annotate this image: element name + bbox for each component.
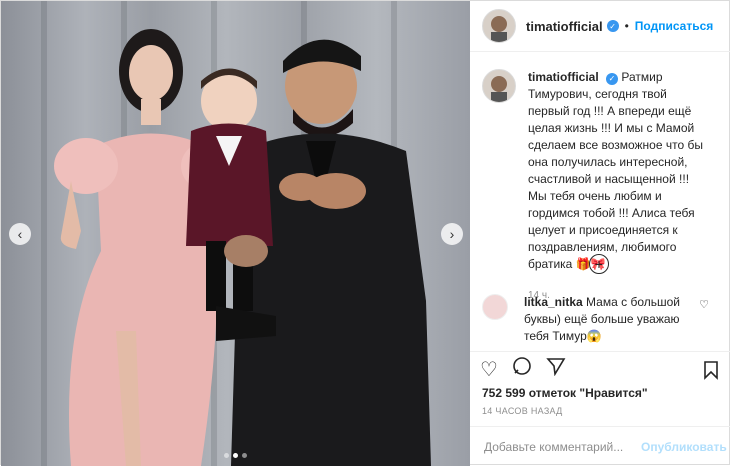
load-more-comments-icon[interactable]: + (589, 254, 609, 274)
comment-text: litka_nitka Мама с большой буквы) ещё бо… (524, 294, 694, 345)
publish-button[interactable]: Опубликовать (641, 440, 727, 454)
likes-count[interactable]: 752 599 отметок "Нравится" (482, 386, 648, 400)
post-header: timatiofficial ✓ • Подписаться (470, 1, 730, 52)
separator: • (624, 19, 629, 33)
chevron-left-icon: ‹ (17, 226, 23, 242)
comment-input[interactable] (482, 439, 641, 455)
caption-body: Ратмир Тимурович, сегодня твой первый го… (528, 70, 703, 271)
post-timestamp: 14 ЧАСОВ НАЗАД (482, 406, 563, 416)
avatar[interactable] (482, 69, 516, 103)
username-link[interactable]: timatiofficial (526, 19, 603, 34)
caption-text: timatiofficial ✓ Ратмир Тимурович, сегод… (528, 69, 708, 304)
comment-item: litka_nitka Мама с большой буквы) ещё бо… (482, 294, 719, 345)
verified-badge-icon: ✓ (606, 20, 619, 32)
carousel-dot (242, 453, 247, 458)
comment-like-icon[interactable]: ♡ (699, 298, 709, 311)
comments-area[interactable]: timatiofficial ✓ Ратмир Тимурович, сегод… (470, 51, 730, 351)
comment-icon[interactable] (512, 356, 532, 382)
post-photo[interactable]: ‹ › (1, 1, 470, 466)
instagram-post: ‹ › timatiofficial ✓ • Подписаться timat… (0, 0, 730, 466)
follow-button[interactable]: Подписаться (635, 19, 713, 33)
share-icon[interactable] (546, 356, 566, 382)
action-bar: ♡ (470, 351, 730, 386)
avatar[interactable] (482, 9, 516, 43)
previous-slide-button[interactable]: ‹ (9, 223, 31, 245)
comment-username[interactable]: litka_nitka (524, 295, 583, 309)
avatar[interactable] (482, 294, 508, 320)
next-slide-button[interactable]: › (441, 223, 463, 245)
post-sidebar: timatiofficial ✓ • Подписаться timatioff… (470, 1, 730, 466)
carousel-dot (224, 453, 229, 458)
like-icon[interactable]: ♡ (480, 357, 498, 382)
add-comment-bar: Опубликовать (470, 426, 730, 467)
verified-badge-icon: ✓ (606, 72, 619, 85)
carousel-indicator (1, 453, 470, 458)
family-photo-illustration (54, 29, 431, 466)
caption-username[interactable]: timatiofficial (528, 70, 599, 84)
chevron-right-icon: › (449, 226, 455, 242)
bookmark-icon[interactable] (703, 360, 719, 383)
carousel-dot-active (233, 453, 238, 458)
